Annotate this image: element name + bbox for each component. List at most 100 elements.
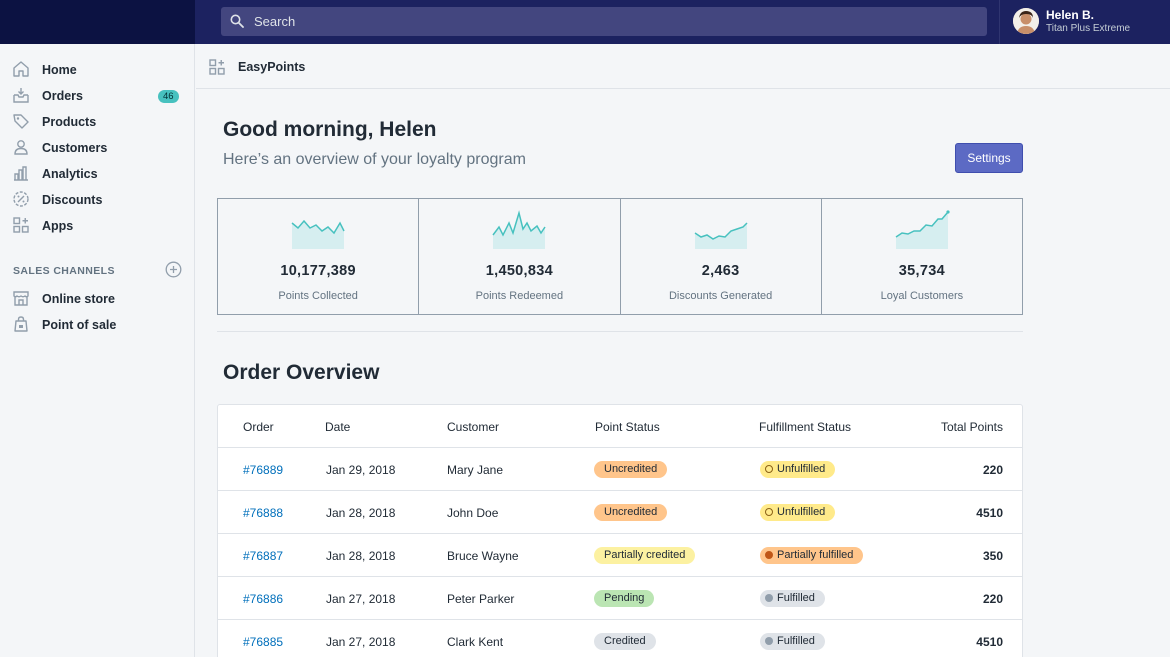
order-link[interactable]: #76885 [243, 635, 283, 649]
order-date: Jan 29, 2018 [326, 463, 396, 477]
pos-bag-icon [14, 316, 28, 332]
orders-icon [13, 88, 29, 103]
point-status-label: Partially credited [604, 549, 686, 561]
top-bar: Search Helen B. Titan Plus Extreme [0, 0, 1170, 44]
sidebar-item-products[interactable]: Products [0, 109, 195, 135]
page-subtitle: Here’s an overview of your loyalty progr… [223, 151, 526, 168]
stat-caption: Loyal Customers [880, 290, 964, 302]
store-icon [13, 291, 29, 306]
fulfillment-status-label: Fulfilled [777, 635, 815, 647]
sidebar-item-discounts[interactable]: Discounts [0, 187, 195, 213]
total-points: 220 [982, 463, 1003, 477]
settings-button[interactable]: Settings [955, 143, 1023, 173]
sidebar-item-online-store[interactable]: Online store [0, 286, 195, 312]
home-icon [13, 61, 29, 77]
column-header-point-status[interactable]: Point Status [595, 420, 660, 434]
column-header-fulfillment-status[interactable]: Fulfillment Status [759, 420, 851, 434]
sidebar-item-label: Home [42, 63, 77, 77]
point-status-badge: Uncredited [594, 461, 668, 478]
stat-value: 35,734 [898, 263, 945, 279]
sparkline-icon [492, 210, 546, 249]
order-date: Jan 28, 2018 [326, 549, 396, 563]
point-status-badge: Partially credited [594, 547, 696, 564]
add-channel-icon[interactable] [165, 261, 182, 278]
table-row[interactable]: #76887 Jan 28, 2018 Bruce Wayne Partially c… [218, 534, 1022, 577]
table-row[interactable]: #76889 Jan 29, 2018 Mary Jane Uncredited Unf… [218, 448, 1022, 491]
column-header-date[interactable]: Date [325, 420, 350, 434]
status-dot-icon [765, 465, 773, 473]
column-header-customer[interactable]: Customer [447, 420, 499, 434]
sidebar-item-label: Discounts [42, 193, 103, 207]
sidebar-item-label: Analytics [42, 167, 98, 181]
tag-icon [13, 114, 29, 129]
sidebar-item-apps[interactable]: Apps [0, 213, 195, 239]
search-input[interactable]: Search [254, 14, 295, 29]
order-link[interactable]: #76886 [243, 592, 283, 606]
table-row[interactable]: #76886 Jan 27, 2018 Peter Parker Pending Ful… [218, 577, 1022, 620]
sparkline-icon [895, 210, 950, 249]
stat-discounts-generated: 2,463 Discounts Generated [621, 199, 822, 314]
fulfillment-status-badge: Fulfilled [760, 590, 825, 607]
point-status-label: Uncredited [604, 463, 658, 475]
search-icon [230, 14, 244, 28]
stat-loyal-customers: 35,734 Loyal Customers [822, 199, 1022, 314]
page-title: Good morning, Helen [223, 118, 437, 141]
avatar [1013, 8, 1039, 34]
point-status-label: Pending [604, 592, 645, 604]
stat-caption: Discounts Generated [668, 290, 773, 302]
stats-panel: 10,177,389 Points Collected 1,450,834 Po… [217, 198, 1023, 315]
logo-area [0, 0, 195, 44]
point-status-badge: Pending [594, 590, 655, 607]
order-link[interactable]: #76888 [243, 506, 283, 520]
sidebar-item-label: Orders [42, 89, 83, 103]
search-bar[interactable]: Search [221, 7, 987, 36]
total-points: 350 [982, 549, 1003, 563]
sidebar-item-label: Products [42, 115, 97, 129]
customer-name: John Doe [447, 506, 499, 520]
order-date: Jan 27, 2018 [326, 592, 396, 606]
status-dot-icon [765, 508, 773, 516]
apps-icon [13, 217, 29, 233]
stat-points-collected: 10,177,389 Points Collected [218, 199, 420, 314]
total-points: 220 [982, 592, 1003, 606]
fulfillment-status-label: Unfulfilled [777, 463, 826, 475]
fulfillment-status-badge: Unfulfilled [760, 504, 836, 521]
customer-name: Bruce Wayne [447, 549, 519, 563]
sparkline-icon [291, 219, 345, 249]
store-name: Titan Plus Extreme [1046, 23, 1131, 34]
sidebar-item-home[interactable]: Home [0, 57, 195, 83]
order-link[interactable]: #76889 [243, 463, 283, 477]
table-row[interactable]: #76885 Jan 27, 2018 Clark Kent Credited Fulf… [218, 620, 1022, 657]
stat-caption: Points Redeemed [475, 290, 564, 302]
total-points: 4510 [976, 635, 1003, 649]
sidebar-item-point-of-sale[interactable]: Point of sale [0, 312, 195, 338]
stat-value: 2,463 [701, 263, 740, 279]
point-status-label: Credited [604, 635, 646, 647]
status-dot-icon [765, 551, 773, 559]
sidebar-item-orders[interactable]: Orders 46 [0, 83, 195, 109]
user-menu[interactable]: Helen B. Titan Plus Extreme [999, 0, 1170, 44]
fulfillment-status-badge: Partially fulfilled [760, 547, 864, 564]
column-header-order[interactable]: Order [243, 420, 274, 434]
sidebar-item-label: Customers [42, 141, 108, 155]
stat-value: 10,177,389 [280, 263, 356, 279]
table-row[interactable]: #76888 Jan 28, 2018 John Doe Uncredited Unfu… [218, 491, 1022, 534]
point-status-label: Uncredited [604, 506, 658, 518]
column-header-total-points[interactable]: Total Points [941, 420, 1003, 434]
customer-name: Clark Kent [447, 635, 504, 649]
sidebar-item-customers[interactable]: Customers [0, 135, 195, 161]
order-link[interactable]: #76887 [243, 549, 283, 563]
order-date: Jan 27, 2018 [326, 635, 396, 649]
orders-table: Order Date Customer Point Status Fulfill… [217, 404, 1023, 657]
point-status-badge: Credited [594, 633, 656, 650]
point-status-badge: Uncredited [594, 504, 668, 521]
sidebar-item-analytics[interactable]: Analytics [0, 161, 195, 187]
section-divider [217, 331, 1023, 332]
sidebar-item-label: Online store [42, 292, 115, 306]
table-header: Order Date Customer Point Status Fulfill… [218, 405, 1022, 448]
bar-chart-icon [14, 166, 28, 181]
sales-channels-heading: SALES CHANNELS [13, 265, 115, 277]
stat-caption: Points Collected [278, 290, 358, 302]
orders-count-badge: 46 [158, 90, 179, 103]
fulfillment-status-label: Partially fulfilled [777, 549, 854, 561]
